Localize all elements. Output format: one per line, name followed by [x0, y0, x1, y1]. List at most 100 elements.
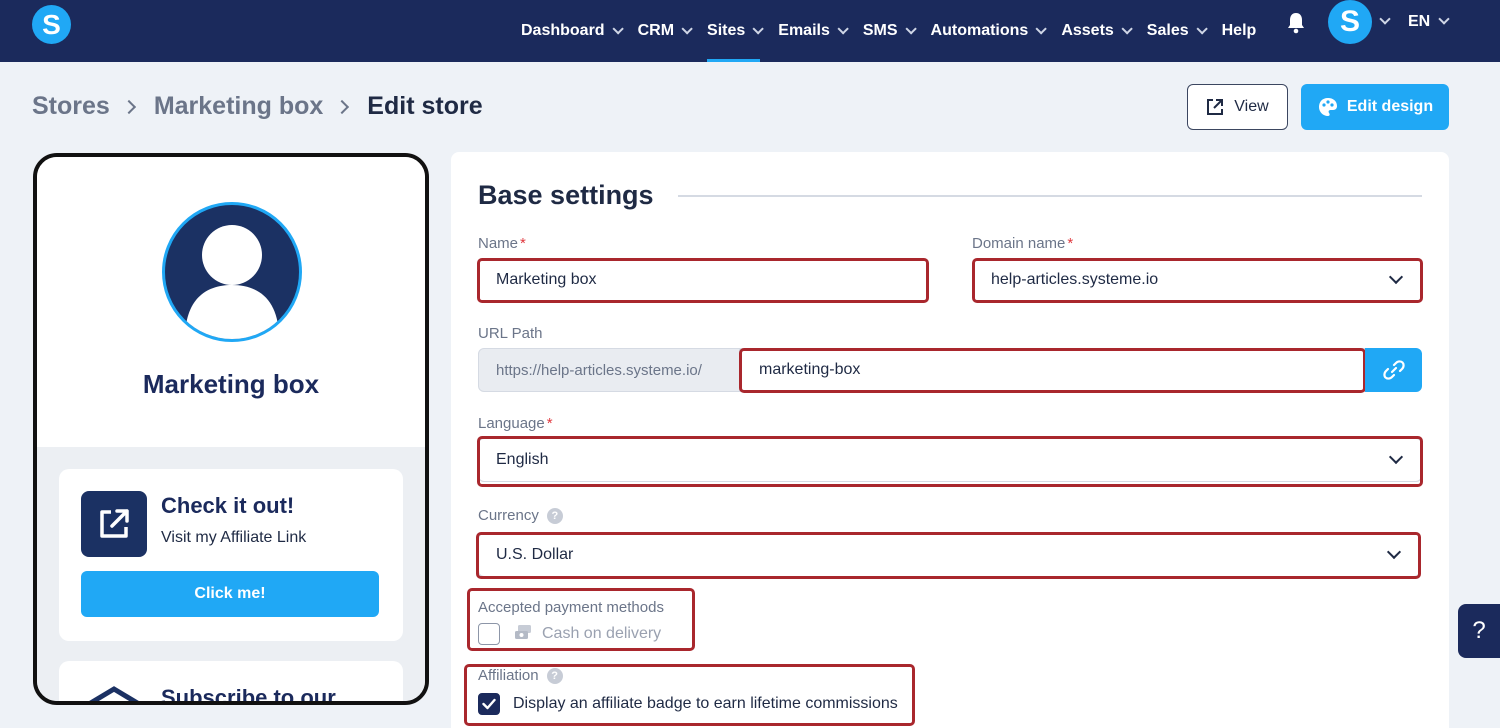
chevron-down-icon	[681, 23, 693, 35]
chevron-right-icon	[121, 99, 136, 114]
base-settings-panel: Base settings Name * Marketing box Domain…	[451, 152, 1449, 728]
cash-icon	[515, 625, 531, 639]
section-title: Base settings	[478, 180, 654, 210]
nav-label: Automations	[930, 22, 1029, 39]
preview-header: Marketing box	[37, 157, 425, 447]
nav-sites[interactable]: Sites	[707, 0, 765, 62]
nav-label: Sites	[707, 22, 746, 39]
click-me-button[interactable]: Click me!	[81, 571, 379, 617]
help-button[interactable]: ?	[1458, 604, 1500, 658]
language-select[interactable]: English	[478, 438, 1422, 482]
language-label-text: Language	[478, 415, 545, 432]
store-preview: Marketing box Check it out! Visit my Aff…	[33, 153, 429, 705]
chevron-right-icon	[335, 99, 350, 114]
card-subtitle: Visit my Affiliate Link	[161, 529, 307, 546]
nav-help[interactable]: Help	[1222, 0, 1257, 62]
payment-methods-label: Accepted payment methods	[478, 599, 664, 616]
palette-icon	[1318, 98, 1337, 116]
chevron-down-icon	[1121, 23, 1133, 35]
chevron-down-icon[interactable]	[1438, 13, 1450, 25]
nav-automations[interactable]: Automations	[930, 0, 1048, 62]
domain-value: help-articles.systeme.io	[991, 271, 1159, 288]
language-value: English	[496, 451, 549, 468]
help-icon[interactable]: ?	[546, 668, 563, 685]
currency-select[interactable]: U.S. Dollar	[478, 533, 1420, 577]
link-icon	[1382, 360, 1405, 380]
card2-title: Subscribe to our	[161, 685, 336, 705]
chevron-down-icon	[837, 23, 849, 35]
envelope-icon	[89, 686, 139, 701]
affiliate-badge-checkbox[interactable]	[478, 693, 500, 715]
chevron-down-icon	[1035, 23, 1048, 35]
nav-label: Help	[1221, 22, 1257, 39]
affiliate-card: Check it out! Visit my Affiliate Link Cl…	[59, 469, 403, 641]
breadcrumb-store[interactable]: Marketing box	[154, 92, 323, 121]
domain-label: Domain name *	[972, 235, 1073, 252]
copy-link-button[interactable]	[1365, 348, 1422, 392]
systeme-logo[interactable]: S	[32, 5, 71, 44]
nav-label: Emails	[778, 22, 830, 39]
view-button[interactable]: View	[1187, 84, 1288, 130]
breadcrumb-stores[interactable]: Stores	[32, 92, 110, 121]
required-marker: *	[1067, 235, 1074, 252]
nav-crm[interactable]: CRM	[637, 0, 693, 62]
view-button-label: View	[1234, 98, 1269, 115]
affiliation-label-text: Affiliation	[478, 667, 539, 684]
edit-design-button[interactable]: Edit design	[1301, 84, 1449, 130]
edit-design-label: Edit design	[1346, 98, 1434, 115]
chevron-down-icon	[904, 23, 917, 35]
nav-label: CRM	[637, 22, 675, 39]
cash-on-delivery-label: Cash on delivery	[542, 625, 662, 642]
nav-assets[interactable]: Assets	[1061, 0, 1133, 62]
preview-body: Check it out! Visit my Affiliate Link Cl…	[37, 447, 425, 705]
divider	[678, 195, 1422, 197]
cash-on-delivery-checkbox[interactable]	[478, 623, 500, 645]
external-link-icon	[81, 491, 147, 557]
domain-select[interactable]: help-articles.systeme.io	[973, 258, 1422, 302]
currency-value: U.S. Dollar	[496, 546, 574, 563]
affiliate-badge-label: Display an affiliate badge to earn lifet…	[513, 695, 898, 712]
profile-avatar-icon	[162, 202, 302, 342]
nav-label: Sales	[1146, 22, 1189, 39]
subscribe-card: Subscribe to our	[59, 661, 403, 705]
checkmark-icon	[482, 698, 496, 710]
required-marker: *	[520, 235, 526, 252]
nav-sales[interactable]: Sales	[1146, 0, 1208, 62]
language-label: Language *	[478, 415, 553, 432]
user-avatar[interactable]: S	[1328, 0, 1372, 44]
chevron-down-icon[interactable]	[1379, 13, 1391, 25]
name-label: Name *	[478, 235, 526, 252]
breadcrumb-current: Edit store	[367, 92, 483, 120]
nav-dashboard[interactable]: Dashboard	[521, 0, 624, 62]
card-title: Check it out!	[161, 493, 295, 518]
chevron-down-icon	[1196, 23, 1208, 35]
domain-label-text: Domain name	[972, 235, 1066, 252]
chevron-down-icon	[752, 23, 765, 35]
language-selector[interactable]: EN	[1408, 13, 1430, 31]
main-nav: Dashboard CRM Sites Emails SMS Automatio…	[521, 0, 1274, 62]
external-link-icon	[1207, 99, 1224, 115]
nav-label: Dashboard	[521, 22, 605, 39]
required-marker: *	[546, 415, 553, 432]
currency-label-text: Currency	[478, 507, 539, 524]
url-path-input[interactable]: marketing-box	[740, 348, 1365, 392]
bell-icon[interactable]	[1286, 12, 1306, 34]
name-input[interactable]: Marketing box	[478, 258, 928, 302]
chevron-down-icon	[1388, 449, 1404, 465]
chevron-down-icon	[1386, 544, 1402, 560]
nav-sms[interactable]: SMS	[862, 0, 917, 62]
nav-emails[interactable]: Emails	[778, 0, 849, 62]
affiliation-label: Affiliation?	[478, 667, 563, 685]
help-icon[interactable]: ?	[546, 508, 563, 525]
preview-store-name: Marketing box	[142, 369, 320, 399]
currency-label: Currency?	[478, 507, 563, 525]
chevron-down-icon	[612, 23, 624, 35]
breadcrumb: Stores Marketing box Edit store	[32, 92, 483, 121]
chevron-down-icon	[1388, 269, 1404, 285]
nav-label: SMS	[862, 22, 898, 39]
url-prefix: https://help-articles.systeme.io/	[478, 348, 740, 392]
name-label-text: Name	[478, 235, 519, 252]
top-navbar: S Dashboard CRM Sites Emails SMS Automat…	[0, 0, 1500, 62]
nav-label: Assets	[1061, 22, 1114, 39]
url-path-label: URL Path	[478, 325, 543, 342]
